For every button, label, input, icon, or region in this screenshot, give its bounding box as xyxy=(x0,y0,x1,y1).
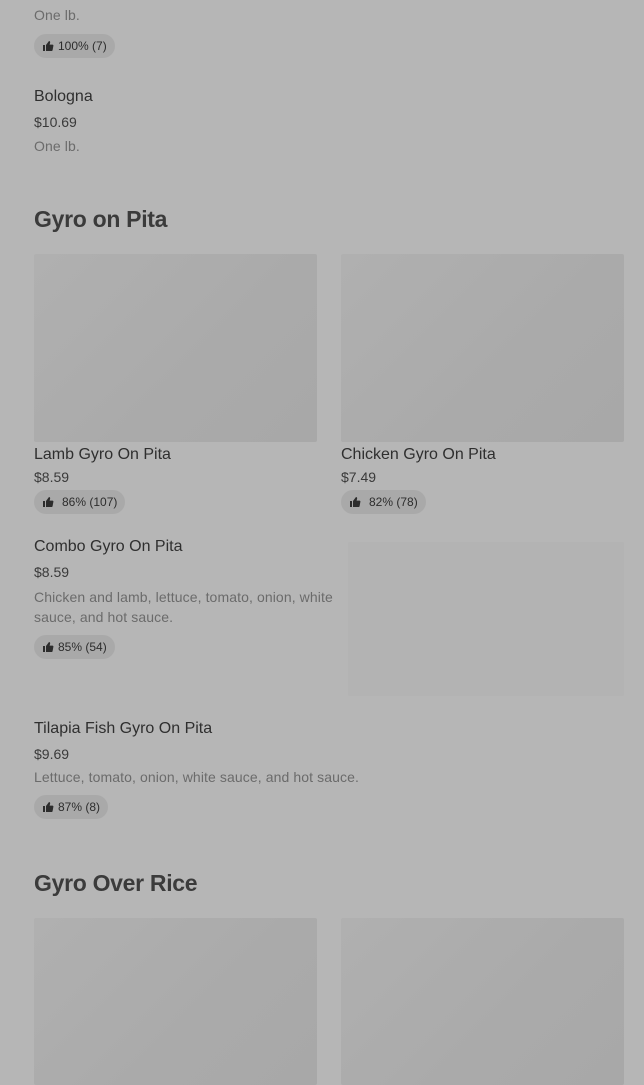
item-image xyxy=(348,542,624,696)
rating-badge: 100% (7) xyxy=(34,34,115,58)
thumbs-up-icon xyxy=(42,641,54,653)
menu-item-tilapia-gyro[interactable]: Tilapia Fish Gyro On Pita $9.69 Lettuce,… xyxy=(34,720,624,819)
section-title: Gyro on Pita xyxy=(34,206,168,232)
item-image xyxy=(34,254,317,442)
item-price: $7.49 xyxy=(341,469,377,485)
menu-item-bologna[interactable]: Bologna $10.69 One lb. xyxy=(34,88,634,154)
item-title: Combo Gyro On Pita xyxy=(34,538,183,555)
rating-text: 85% (54) xyxy=(58,640,107,654)
item-price: $8.59 xyxy=(34,469,70,485)
item-price: $10.69 xyxy=(34,114,77,130)
menu-item-combo-gyro[interactable]: Combo Gyro On Pita $8.59 Chicken and lam… xyxy=(34,538,624,698)
rating-badge: 82% (78) xyxy=(341,490,426,514)
item-description: One lb. xyxy=(34,7,80,23)
rating-badge: 87% (8) xyxy=(34,795,109,819)
rating-text: 82% (78) xyxy=(369,495,418,509)
menu-card-chicken-gyro[interactable]: Chicken Gyro On Pita $7.49 82% (78) xyxy=(341,254,624,519)
menu-card-image[interactable] xyxy=(341,918,624,1085)
rating-text: 87% (8) xyxy=(58,800,101,814)
menu-card-image[interactable] xyxy=(34,918,317,1085)
thumbs-up-icon xyxy=(42,40,54,52)
item-price: $8.59 xyxy=(34,564,70,580)
item-title: Lamb Gyro On Pita xyxy=(34,446,171,463)
menu-card-lamb-gyro[interactable]: Lamb Gyro On Pita $8.59 86% (107) xyxy=(34,254,317,519)
item-description: One lb. xyxy=(34,138,80,154)
item-title: Bologna xyxy=(34,88,93,105)
rating-badge: 86% (107) xyxy=(34,490,126,514)
item-title: Tilapia Fish Gyro On Pita xyxy=(34,720,213,737)
item-description: Chicken and lamb, lettuce, tomato, onion… xyxy=(34,589,333,625)
thumbs-up-icon xyxy=(42,801,54,813)
thumbs-up-icon xyxy=(42,496,54,508)
item-image xyxy=(341,254,624,442)
rating-badge: 85% (54) xyxy=(34,635,115,659)
item-title: Chicken Gyro On Pita xyxy=(341,446,496,463)
rating-text: 86% (107) xyxy=(62,495,118,509)
rating-text: 100% (7) xyxy=(58,39,107,53)
item-description: Lettuce, tomato, onion, white sauce, and… xyxy=(34,769,359,785)
thumbs-up-icon xyxy=(349,496,361,508)
section-title: Gyro Over Rice xyxy=(34,870,198,896)
item-price: $9.69 xyxy=(34,746,70,762)
